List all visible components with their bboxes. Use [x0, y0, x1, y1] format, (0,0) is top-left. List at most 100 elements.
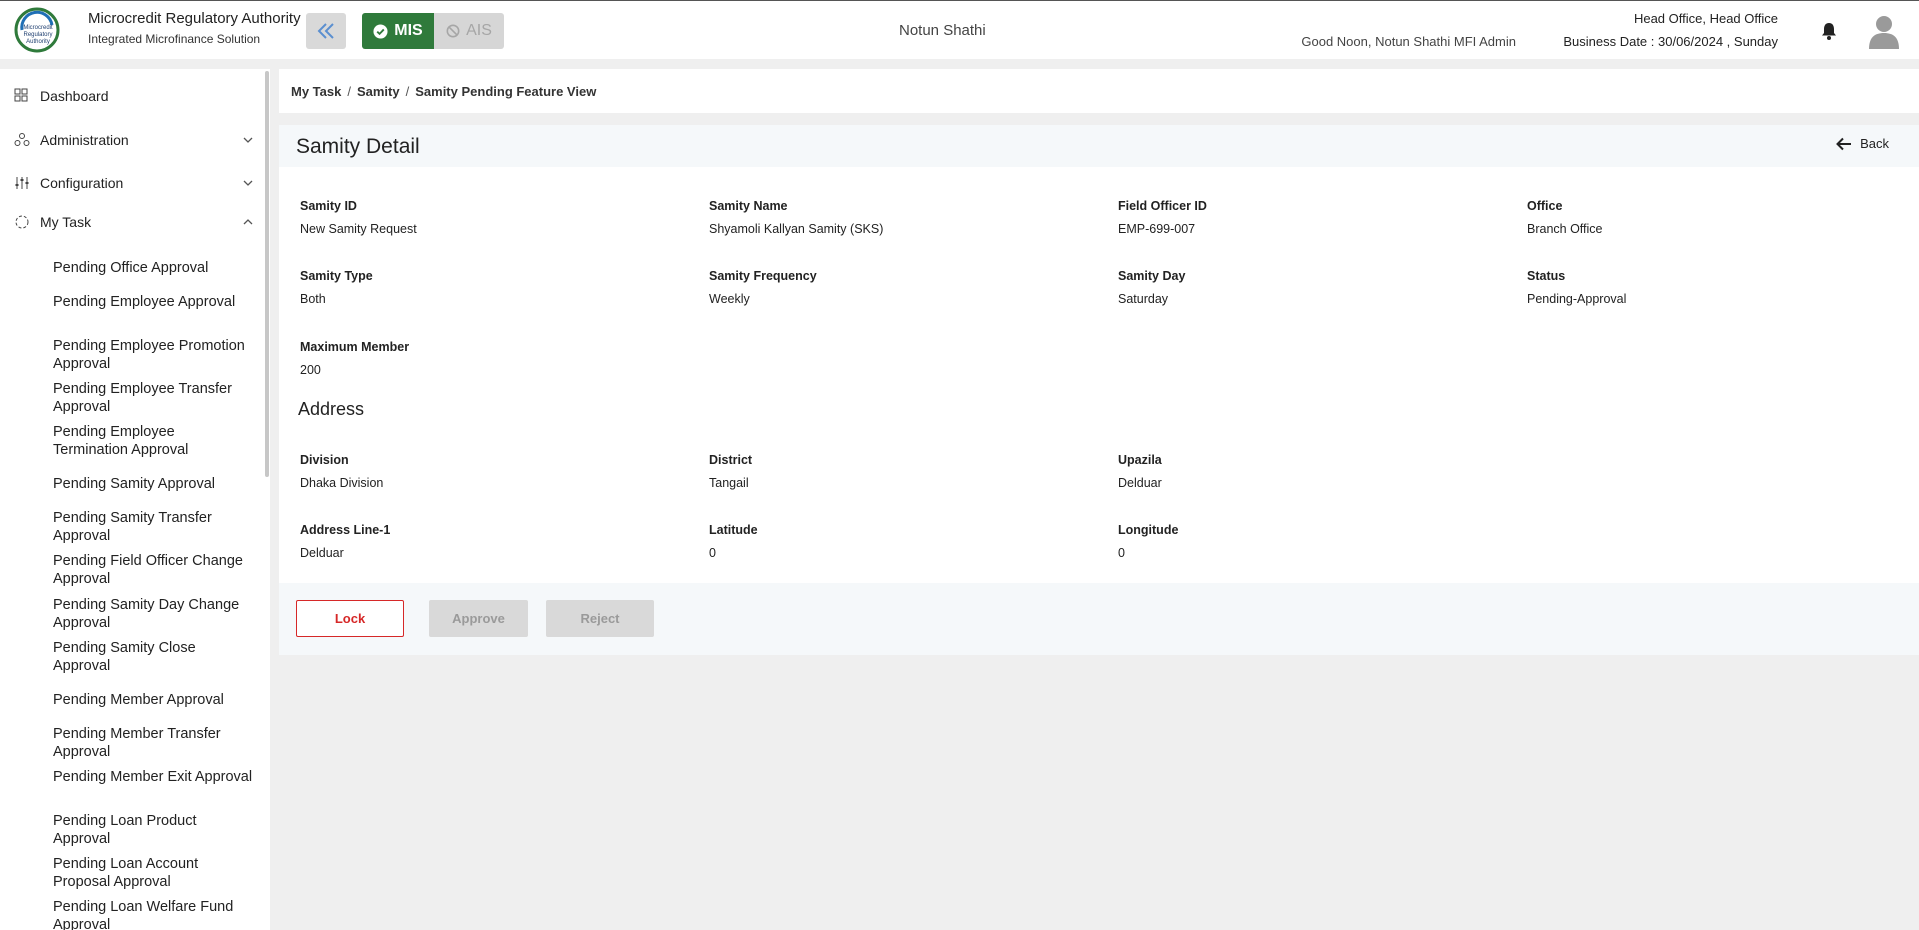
field-label: Longitude: [1118, 523, 1179, 537]
lock-button[interactable]: Lock: [296, 600, 404, 637]
field-value: 200: [300, 363, 321, 377]
svg-text:Regulatory: Regulatory: [23, 32, 52, 38]
detail-card-body: [279, 167, 1919, 583]
sidebar-subitem[interactable]: Pending Samity Close Approval: [53, 639, 253, 675]
field-label: Samity Frequency: [709, 269, 817, 283]
ais-toggle-button[interactable]: AIS: [434, 13, 504, 49]
detail-card-header: Samity Detail Back: [279, 125, 1919, 167]
field-value: Both: [300, 292, 326, 306]
business-date: Business Date : 30/06/2024 , Sunday: [1563, 34, 1778, 49]
sidebar-subitem[interactable]: Pending Loan Welfare Fund Approval: [53, 898, 253, 930]
field-label: Samity Day: [1118, 269, 1186, 283]
field-value: Delduar: [1118, 476, 1162, 490]
ban-icon: [446, 24, 460, 38]
sidebar-subitem[interactable]: Pending Samity Day Change Approval: [53, 596, 253, 632]
org-name: Notun Shathi: [899, 22, 986, 39]
field-value: Tangail: [709, 476, 749, 490]
sidebar-subitem[interactable]: Pending Samity Transfer Approval: [53, 509, 253, 545]
field-label: Samity Type: [300, 269, 373, 283]
field-district: District Tangail: [709, 453, 752, 490]
field-value: 0: [709, 546, 716, 560]
field-upazila: Upazila Delduar: [1118, 453, 1162, 490]
field-samity-id: Samity ID New Samity Request: [300, 199, 417, 236]
field-samity-day: Samity Day Saturday: [1118, 269, 1185, 306]
sidebar-item-dashboard[interactable]: Dashboard: [14, 83, 254, 109]
breadcrumb-item-samity[interactable]: Samity: [357, 84, 400, 99]
sidebar-item-label: Configuration: [40, 175, 124, 191]
breadcrumb-item-my-task[interactable]: My Task: [291, 84, 341, 99]
svg-text:Microcredit: Microcredit: [23, 25, 53, 31]
mis-label: MIS: [394, 22, 423, 39]
sidebar-subitem[interactable]: Pending Member Transfer Approval: [53, 725, 253, 761]
field-maximum-member: Maximum Member 200: [300, 340, 409, 377]
grid-icon: [14, 88, 30, 104]
field-label: Upazila: [1118, 453, 1162, 467]
field-value: Pending-Approval: [1527, 292, 1627, 306]
sidebar-subitem[interactable]: Pending Loan Account Proposal Approval: [53, 855, 253, 891]
field-samity-name: Samity Name Shyamoli Kallyan Samity (SKS…: [709, 199, 883, 236]
mra-logo: Microcredit Regulatory Authority: [14, 7, 60, 53]
sidebar-subitem[interactable]: Pending Employee Termination Approval: [53, 423, 253, 459]
field-longitude: Longitude 0: [1118, 523, 1178, 560]
sidebar-item-my-task[interactable]: My Task: [14, 209, 254, 235]
field-value: Dhaka Division: [300, 476, 384, 490]
sidebar-subitem[interactable]: Pending Member Exit Approval: [53, 768, 253, 786]
top-header: Microcredit Regulatory Authority Microcr…: [0, 0, 1919, 59]
sidebar-subitem[interactable]: Pending Office Approval: [53, 259, 253, 277]
page-title: Samity Detail: [296, 135, 420, 158]
field-value: 0: [1118, 546, 1125, 560]
collapse-sidebar-button[interactable]: [306, 13, 346, 49]
sidebar-subitem[interactable]: Pending Employee Transfer Approval: [53, 380, 253, 416]
chevron-down-icon: [243, 180, 253, 186]
sidebar-subitem[interactable]: Pending Field Officer Change Approval: [53, 552, 253, 588]
field-status: Status Pending-Approval: [1527, 269, 1626, 306]
address-section-title: Address: [298, 399, 365, 419]
sidebar-subitem[interactable]: Pending Samity Approval: [53, 475, 253, 493]
breadcrumb: My Task / Samity / Samity Pending Featur…: [279, 69, 1919, 113]
field-label: Samity ID: [300, 199, 357, 213]
sidebar-item-label: My Task: [40, 214, 92, 230]
arrow-left-icon: [1836, 137, 1852, 150]
field-value: Delduar: [300, 546, 344, 560]
office-name: Head Office, Head Office: [1633, 11, 1778, 26]
sidebar-scrollbar-thumb[interactable]: [265, 71, 269, 477]
field-samity-type: Samity Type Both: [300, 269, 373, 306]
sidebar-item-label: Administration: [40, 132, 129, 148]
field-value: Weekly: [709, 292, 750, 306]
brand-subtitle: Integrated Microfinance Solution: [88, 32, 261, 46]
user-avatar[interactable]: [1867, 13, 1901, 49]
sliders-icon: [14, 175, 30, 191]
greeting-text: Good Noon, Notun Shathi MFI Admin: [1301, 34, 1516, 49]
check-circle-icon: [373, 23, 388, 39]
field-value: Branch Office: [1527, 222, 1603, 236]
users-icon: [14, 132, 30, 148]
back-button[interactable]: Back: [1836, 136, 1889, 151]
refresh-icon: [14, 214, 30, 230]
field-label: Samity Name: [709, 199, 788, 213]
sidebar-subitem[interactable]: Pending Employee Approval: [53, 293, 253, 311]
notification-bell-icon[interactable]: [1819, 21, 1839, 41]
breadcrumb-separator: /: [347, 83, 351, 99]
sidebar-item-administration[interactable]: Administration: [14, 127, 254, 153]
field-office: Office Branch Office: [1527, 199, 1603, 236]
field-label: Maximum Member: [300, 340, 410, 354]
sidebar-subitem[interactable]: Pending Member Approval: [53, 691, 253, 709]
mis-toggle-button[interactable]: MIS: [362, 13, 434, 49]
field-label: Address Line-1: [300, 523, 391, 537]
field-value: Shyamoli Kallyan Samity (SKS): [709, 222, 884, 236]
approve-button[interactable]: Approve: [429, 600, 528, 637]
back-label: Back: [1860, 136, 1889, 151]
field-label: Status: [1527, 269, 1566, 283]
sidebar-item-configuration[interactable]: Configuration: [14, 170, 254, 196]
field-label: Latitude: [709, 523, 758, 537]
field-label: Division: [300, 453, 349, 467]
field-value: New Samity Request: [300, 222, 417, 236]
sidebar-subitem[interactable]: Pending Loan Product Approval: [53, 812, 253, 848]
field-value: Saturday: [1118, 292, 1169, 306]
field-address-line-1: Address Line-1 Delduar: [300, 523, 390, 560]
reject-button[interactable]: Reject: [546, 600, 654, 637]
sidebar-subitem[interactable]: Pending Employee Promotion Approval: [53, 337, 253, 373]
field-division: Division Dhaka Division: [300, 453, 383, 490]
field-samity-frequency: Samity Frequency Weekly: [709, 269, 817, 306]
brand-title: Microcredit Regulatory Authority: [88, 10, 301, 27]
